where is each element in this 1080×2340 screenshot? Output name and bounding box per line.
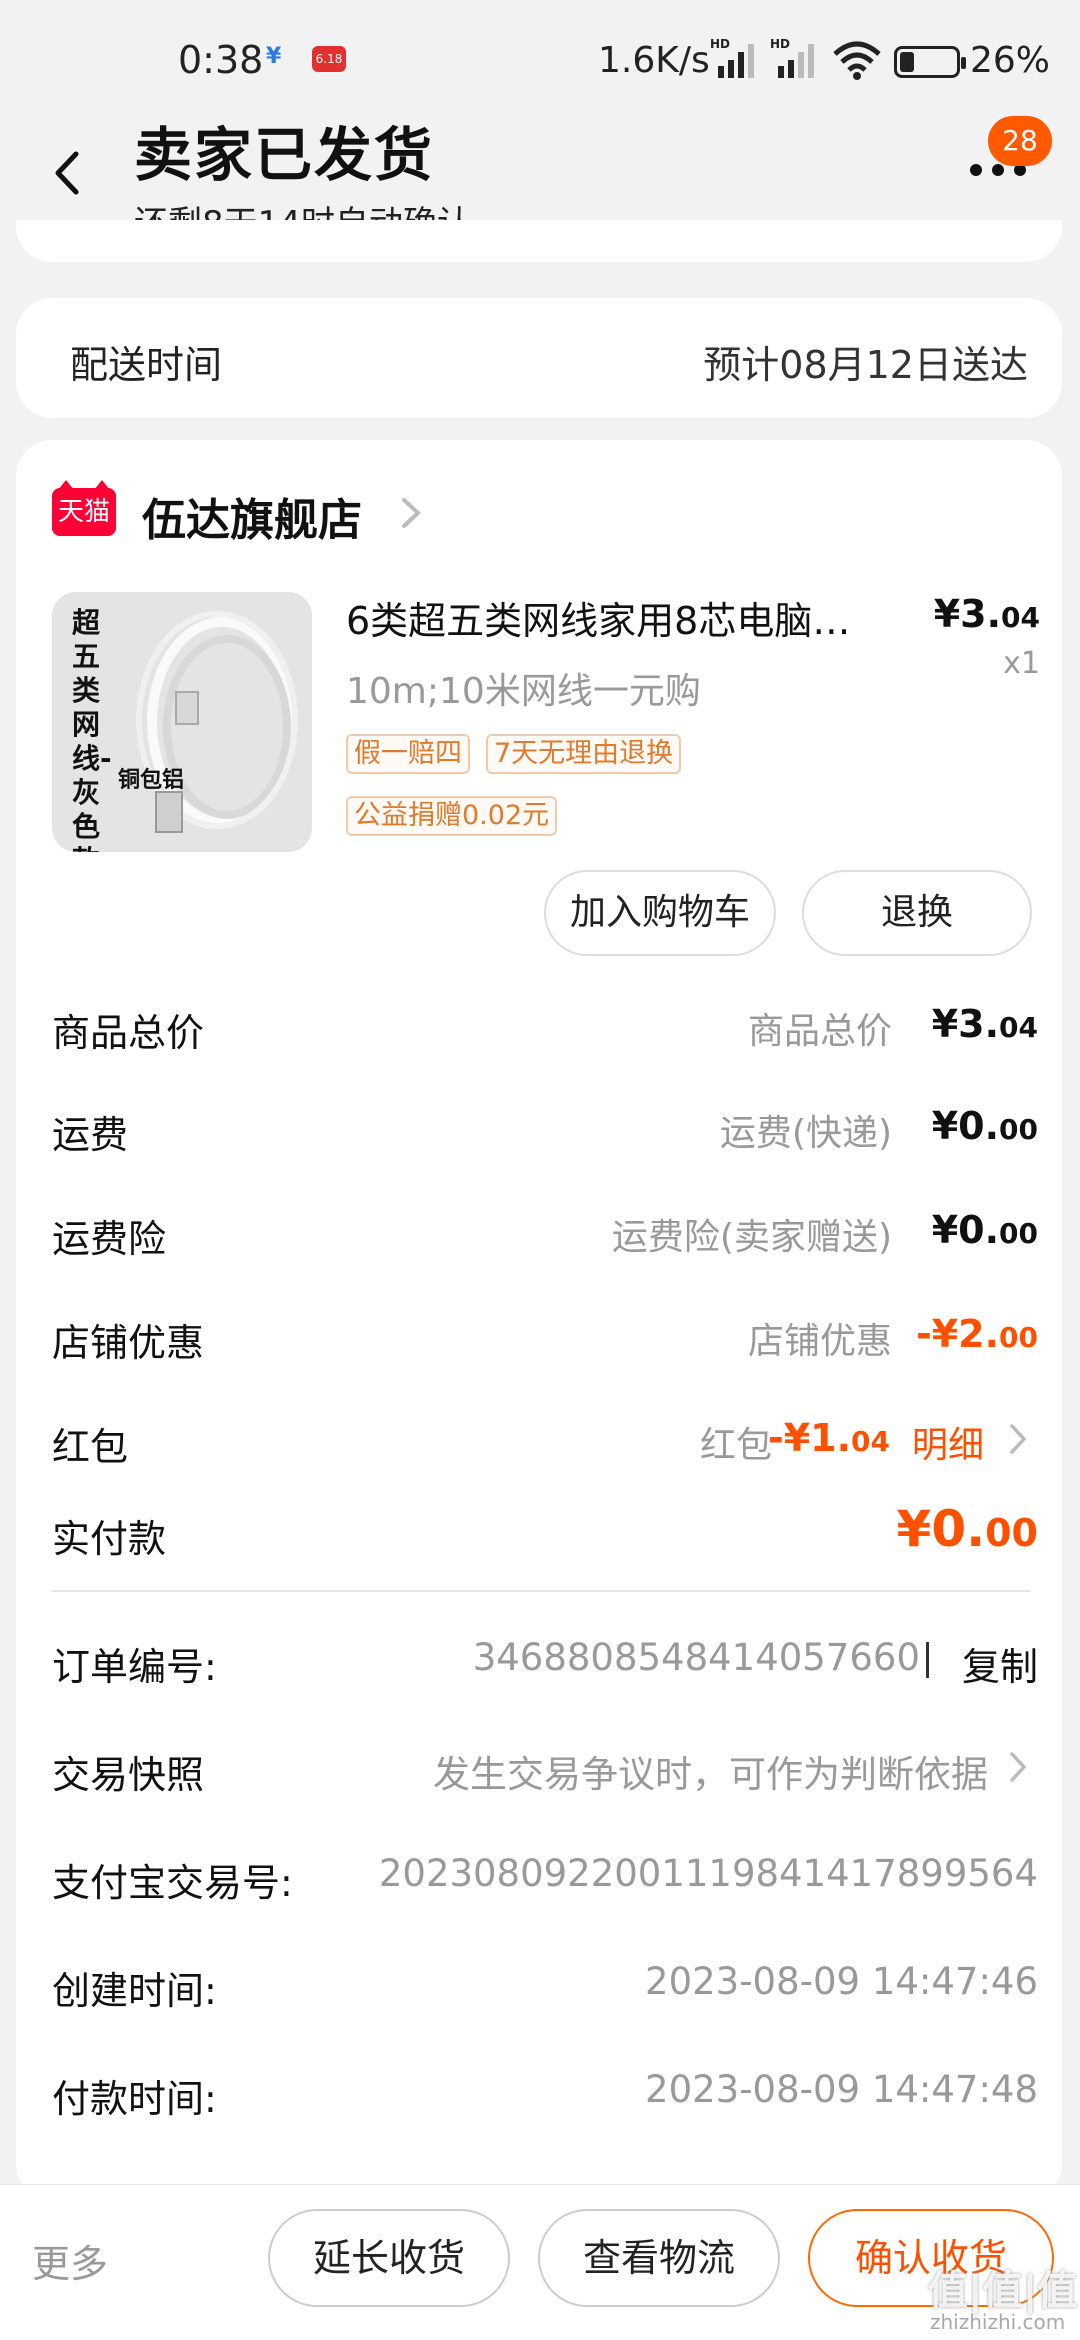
alipay-trade-number: 2023080922001119841417899564 <box>378 1852 1038 1895</box>
order-detail-card: 天猫 伍达旗舰店 超五类网线-灰色款 铜包铝 6类超五类网线家用8芯电脑… ¥3… <box>16 440 1062 2200</box>
created-time-label: 创建时间: <box>52 1969 217 2013</box>
tag-charity: 公益捐赠0.02元 <box>346 796 558 836</box>
paid-amount-label: 实付款 <box>52 1517 167 1561</box>
paid-amount: ¥0.00 <box>896 1500 1038 1558</box>
svg-text:HD: HD <box>710 37 730 51</box>
goods-total-label: 商品总价 <box>52 1011 205 1055</box>
cable-illustration <box>136 611 298 833</box>
store-discount-label: 店铺优惠 <box>52 1321 205 1365</box>
view-logistics-button[interactable]: 查看物流 <box>538 2209 780 2307</box>
shipping-label: 运费 <box>52 1113 129 1157</box>
goods-total-sub: 商品总价 <box>747 1011 892 1052</box>
separator <box>926 1642 929 1678</box>
watermark-site: zhizhizhi.com <box>930 2310 1066 2334</box>
delivery-label: 配送时间 <box>70 343 223 387</box>
return-exchange-button[interactable]: 退换 <box>802 870 1032 956</box>
svg-text:HD: HD <box>770 37 790 51</box>
shipping-sub: 运费(快递) <box>719 1113 892 1154</box>
delivery-time-card: 配送时间 预计08月12日送达 <box>16 298 1062 418</box>
red-packet-sub: 红包 <box>699 1425 772 1466</box>
signal-icon: HD <box>710 37 754 78</box>
signal-icon-2: HD <box>770 37 814 78</box>
extend-receipt-button[interactable]: 延长收货 <box>268 2209 510 2307</box>
red-packet-label: 红包 <box>52 1425 129 1469</box>
alipay-trade-label: 支付宝交易号: <box>52 1861 293 1905</box>
network-speed: 1.6K/s <box>598 40 710 81</box>
shipping-insurance-label: 运费险 <box>52 1217 167 1261</box>
product-spec: 10m;10米网线一元购 <box>346 671 701 712</box>
add-to-cart-button[interactable]: 加入购物车 <box>544 870 776 956</box>
chevron-right-icon[interactable] <box>1006 1750 1030 1784</box>
paid-time-value: 2023-08-09 14:47:48 <box>645 2068 1038 2111</box>
snapshot-hint[interactable]: 发生交易争议时，可作为判断依据 <box>433 1744 988 1798</box>
product-price: ¥3.04 <box>933 592 1040 636</box>
battery-icon <box>894 46 966 78</box>
tag-fake-compensation: 假一赔四 <box>346 734 470 774</box>
bottom-action-bar: 更多 延长收货 查看物流 确认收货 <box>0 2184 1080 2340</box>
red-packet-amount: -¥1.04 <box>767 1416 890 1460</box>
snapshot-label[interactable]: 交易快照 <box>52 1744 204 1799</box>
product-image-caption: 超五类网线-灰色款 <box>72 606 112 852</box>
red-packet-detail-link[interactable]: 明细 <box>912 1416 984 1468</box>
more-menu-icon[interactable] <box>970 164 1030 178</box>
product-image-caption-2: 铜包铝 <box>118 768 185 793</box>
notification-app-icon: ¥ <box>266 44 282 69</box>
shipping-insurance-sub: 运费险(卖家赠送) <box>611 1217 892 1258</box>
product-quantity: x1 <box>1003 646 1040 681</box>
paid-time-label: 付款时间: <box>52 2077 217 2121</box>
divider <box>52 1590 1030 1592</box>
shipping-insurance-amount: ¥0.00 <box>931 1208 1038 1252</box>
product-image[interactable]: 超五类网线-灰色款 铜包铝 <box>52 592 312 852</box>
goods-total-amount: ¥3.04 <box>931 1002 1038 1046</box>
tmall-logo: 天猫 <box>52 480 116 536</box>
previous-card-edge <box>16 220 1062 262</box>
product-title[interactable]: 6类超五类网线家用8芯电脑… <box>346 590 906 645</box>
wifi-icon <box>833 41 881 80</box>
chevron-right-icon[interactable] <box>1006 1422 1030 1456</box>
tag-7day-return: 7天无理由退换 <box>486 734 682 774</box>
store-discount-sub: 店铺优惠 <box>747 1321 892 1362</box>
shipping-amount: ¥0.00 <box>931 1104 1038 1148</box>
shopping-app-icon: 6.18 <box>312 46 346 72</box>
status-bar: 0:38 ¥ 6.18 1.6K/s HD HD 26% <box>0 0 1080 120</box>
store-discount-amount: -¥2.00 <box>915 1312 1038 1356</box>
shop-name[interactable]: 伍达旗舰店 <box>142 484 362 548</box>
battery-percent: 26% <box>970 40 1051 81</box>
order-number-value: 3468808548414057660 <box>472 1636 920 1679</box>
created-time-value: 2023-08-09 14:47:46 <box>645 1960 1038 2003</box>
watermark-logo: 值|值|值 <box>928 2268 1078 2314</box>
status-time: 0:38 <box>178 38 264 82</box>
chevron-right-icon[interactable] <box>396 496 426 530</box>
order-number-label: 订单编号: <box>52 1645 217 1689</box>
back-arrow-icon[interactable] <box>48 150 88 196</box>
message-count-badge: 28 <box>988 116 1052 166</box>
delivery-estimate: 预计08月12日送达 <box>703 343 1028 387</box>
page-title: 卖家已发货 <box>134 121 435 189</box>
more-actions-button[interactable]: 更多 <box>32 2233 108 2288</box>
copy-order-number-button[interactable]: 复制 <box>962 1636 1038 1691</box>
